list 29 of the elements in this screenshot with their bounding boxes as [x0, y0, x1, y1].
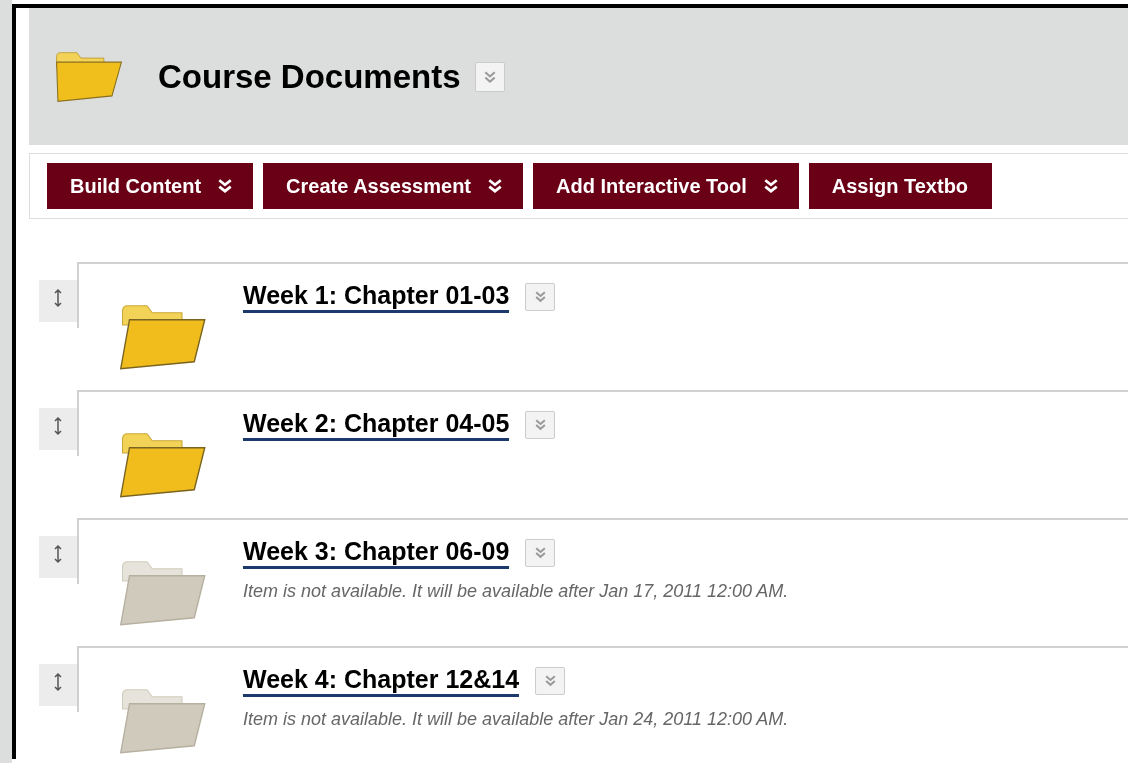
toolbar-menu-button[interactable]: Create Assessment: [263, 163, 523, 209]
folder-link[interactable]: Week 4: Chapter 12&14: [243, 664, 520, 697]
options-menu-button[interactable]: [474, 61, 505, 92]
folder-icon: [55, 50, 123, 103]
drag-handle-icon[interactable]: [39, 408, 77, 450]
folder-link[interactable]: Week 3: Chapter 06-09: [243, 536, 510, 569]
toolbar-menu-button[interactable]: Add Interactive Tool: [533, 163, 799, 209]
options-menu-button[interactable]: [525, 410, 556, 439]
double-chevron-icon: [762, 178, 779, 194]
page-title: Course Documents: [158, 57, 461, 96]
availability-note: Item is not available. It will be available after Jan 24, 2011 12:00 AM.: [243, 709, 789, 730]
double-chevron-icon: [533, 418, 547, 431]
options-menu-button[interactable]: [525, 282, 556, 311]
toolbar-menu-button[interactable]: Build Content: [47, 163, 254, 209]
drag-handle-icon[interactable]: [39, 536, 77, 578]
folder-link[interactable]: Week 1: Chapter 01-03: [243, 280, 510, 313]
double-chevron-icon: [482, 69, 497, 84]
availability-note: Item is not available. It will be available after Jan 17, 2011 12:00 AM.: [243, 581, 789, 602]
drag-handle-icon[interactable]: [39, 280, 77, 322]
options-menu-button[interactable]: [535, 666, 566, 695]
double-chevron-icon: [533, 546, 547, 559]
double-chevron-icon: [217, 178, 234, 194]
drag-handle-icon[interactable]: [39, 664, 77, 706]
options-menu-button[interactable]: [525, 538, 556, 567]
double-chevron-icon: [533, 290, 547, 303]
folder-link[interactable]: Week 2: Chapter 04-05: [243, 408, 510, 441]
toolbar-menu-button[interactable]: Assign Textbo: [808, 163, 993, 209]
double-chevron-icon: [487, 178, 503, 194]
double-chevron-icon: [543, 674, 557, 687]
